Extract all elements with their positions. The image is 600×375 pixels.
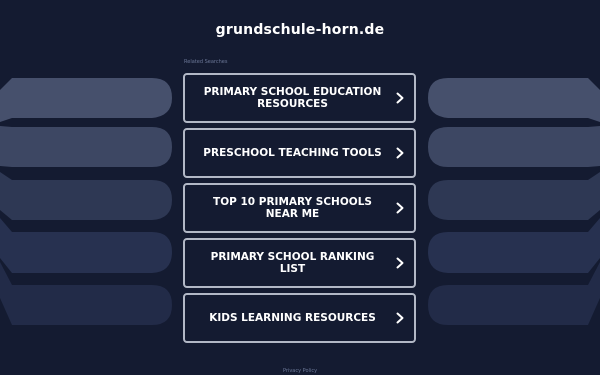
search-link-primary-school-education[interactable]: PRIMARY SCHOOL EDUCATION RESOURCES [183, 73, 416, 123]
left-band-2 [0, 126, 172, 167]
privacy-policy-link[interactable]: Privacy Policy [0, 368, 600, 374]
chevron-right-icon [396, 312, 404, 324]
related-searches-label: Related Searches [184, 59, 228, 65]
search-link-preschool-teaching-tools[interactable]: PRESCHOOL TEACHING TOOLS [183, 128, 416, 178]
search-link-label: PRESCHOOL TEACHING TOOLS [203, 147, 382, 159]
chevron-right-icon [396, 257, 404, 269]
search-link-label: PRIMARY SCHOOL EDUCATION RESOURCES [203, 86, 382, 110]
right-band-3 [428, 172, 600, 220]
search-link-top-10-primary-schools[interactable]: TOP 10 PRIMARY SCHOOLS NEAR ME [183, 183, 416, 233]
right-band-4 [428, 218, 600, 273]
chevron-right-icon [396, 92, 404, 104]
left-band-4 [0, 218, 172, 273]
left-band-1 [0, 78, 172, 122]
chevron-right-icon [396, 202, 404, 214]
search-link-label: KIDS LEARNING RESOURCES [209, 312, 376, 324]
search-link-label: PRIMARY SCHOOL RANKING LIST [210, 251, 375, 275]
left-bands [0, 78, 172, 325]
left-band-3 [0, 172, 172, 220]
domain-title: grundschule-horn.de [215, 22, 385, 38]
right-band-2 [428, 126, 600, 167]
search-link-primary-school-ranking[interactable]: PRIMARY SCHOOL RANKING LIST [183, 238, 416, 288]
chevron-right-icon [396, 147, 404, 159]
search-link-kids-learning-resources[interactable]: KIDS LEARNING RESOURCES [183, 293, 416, 343]
right-band-1 [428, 78, 600, 122]
related-search-list: PRIMARY SCHOOL EDUCATION RESOURCES PRESC… [183, 73, 416, 348]
search-link-label: TOP 10 PRIMARY SCHOOLS NEAR ME [213, 196, 372, 220]
right-bands [428, 78, 600, 325]
